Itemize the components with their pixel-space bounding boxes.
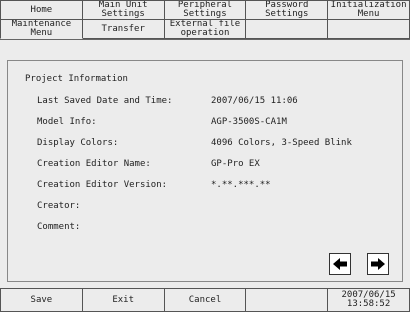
tab-home[interactable]: Home [0, 0, 83, 20]
section-title: Project Information [25, 74, 128, 84]
tab-main-unit-settings[interactable]: Main Unit Settings [82, 0, 165, 20]
clock-time: 13:58:52 [346, 299, 391, 309]
tab-empty-2 [328, 20, 410, 39]
previous-page-button[interactable] [329, 253, 351, 275]
arrow-right-icon [371, 258, 385, 270]
sub-tab-bar: Maintenance Menu Transfer External file … [0, 20, 410, 40]
info-value: 2007/06/15 11:06 [211, 96, 298, 106]
tab-initialization-menu[interactable]: Initialization Menu [328, 0, 410, 20]
info-label: Last Saved Date and Time: [37, 96, 173, 106]
tab-peripheral-settings[interactable]: Peripheral Settings [164, 0, 247, 20]
info-label: Model Info: [37, 117, 97, 127]
info-value: AGP-3500S-CA1M [211, 117, 287, 127]
info-value: 4096 Colors, 3-Speed Blink [211, 138, 352, 148]
main-tab-bar: Home Main Unit Settings Peripheral Setti… [0, 0, 410, 20]
info-value: *.**.***.** [211, 180, 271, 190]
cancel-button[interactable]: Cancel [164, 288, 247, 312]
info-label: Creation Editor Version: [37, 180, 168, 190]
info-value: GP-Pro EX [211, 159, 260, 169]
tab-password-settings[interactable]: Password Settings [246, 0, 329, 20]
info-label: Creator: [37, 201, 81, 211]
tab-empty-1 [246, 20, 329, 39]
clock: 2007/06/15 13:58:52 [328, 288, 410, 312]
bottom-empty-slot [246, 288, 329, 312]
project-information-panel: Project Information Last Saved Date and … [7, 60, 403, 282]
exit-button[interactable]: Exit [82, 288, 165, 312]
info-label: Display Colors: [37, 138, 119, 148]
info-label: Creation Editor Name: [37, 159, 151, 169]
save-button[interactable]: Save [0, 288, 83, 312]
info-label: Comment: [37, 222, 81, 232]
tab-transfer[interactable]: Transfer [82, 20, 165, 39]
tab-external-file-operation[interactable]: External file operation [164, 20, 247, 39]
bottom-bar: Save Exit Cancel 2007/06/15 13:58:52 [0, 288, 410, 312]
tab-maintenance-menu[interactable]: Maintenance Menu [0, 20, 83, 39]
arrow-left-icon [333, 258, 347, 270]
next-page-button[interactable] [367, 253, 389, 275]
